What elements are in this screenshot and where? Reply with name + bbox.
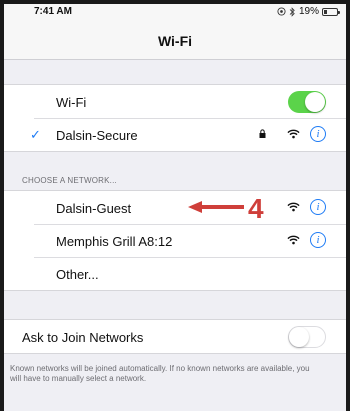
wifi-signal-icon	[287, 202, 300, 212]
page-title: Wi-Fi	[157, 33, 193, 49]
location-icon	[277, 7, 286, 16]
wifi-toggle[interactable]	[288, 91, 326, 113]
status-indicators: 19%	[277, 6, 340, 17]
info-icon[interactable]: i	[310, 126, 326, 142]
ask-join-note: Known networks will be joined automatica…	[10, 364, 310, 383]
nav-bar: Wi-Fi	[4, 20, 346, 60]
status-bar: 7:41 AM 19%	[4, 4, 346, 20]
network-name: Memphis Grill A8:12	[56, 234, 173, 249]
status-time: 7:41 AM	[34, 6, 72, 17]
bluetooth-icon	[289, 6, 295, 17]
network-row-other[interactable]: Other...	[4, 257, 346, 290]
network-name: Dalsin-Guest	[56, 201, 132, 216]
ask-join-label: Ask to Join Networks	[22, 330, 144, 345]
connected-network-row[interactable]: ✓ Dalsin-Secure i	[4, 118, 346, 151]
ask-join-row: Ask to Join Networks	[4, 320, 346, 353]
annotation-number: 4	[248, 193, 264, 224]
wifi-toggle-row: Wi-Fi	[4, 85, 346, 118]
section-header: CHOOSE A NETWORK...	[22, 176, 117, 185]
lock-icon	[259, 129, 266, 138]
wifi-group: Wi-Fi ✓ Dalsin-Secure i	[4, 84, 346, 152]
ask-join-group: Ask to Join Networks	[4, 319, 346, 354]
wifi-signal-icon	[287, 129, 300, 139]
network-row-dalsin-guest[interactable]: Dalsin-Guest i	[4, 191, 346, 224]
toggle-knob	[289, 327, 309, 347]
info-icon[interactable]: i	[310, 232, 326, 248]
ask-join-toggle[interactable]	[288, 326, 326, 348]
connected-network-name: Dalsin-Secure	[56, 128, 138, 143]
info-icon[interactable]: i	[310, 199, 326, 215]
battery-percent: 19%	[298, 6, 319, 17]
other-network-label: Other...	[56, 267, 99, 282]
network-list: Dalsin-Guest i Memphis Grill A8:12 i Oth…	[4, 190, 346, 291]
toggle-knob	[305, 92, 325, 112]
wifi-label: Wi-Fi	[56, 95, 87, 110]
annotation-arrow-icon	[188, 201, 244, 213]
device-frame: 7:41 AM 19% Wi-Fi Wi-Fi ✓ Dalsin-Secure …	[0, 0, 350, 411]
checkmark-icon: ✓	[30, 127, 41, 142]
network-row-memphis-grill[interactable]: Memphis Grill A8:12 i	[4, 224, 346, 257]
battery-icon	[322, 7, 340, 16]
wifi-signal-icon	[287, 235, 300, 245]
